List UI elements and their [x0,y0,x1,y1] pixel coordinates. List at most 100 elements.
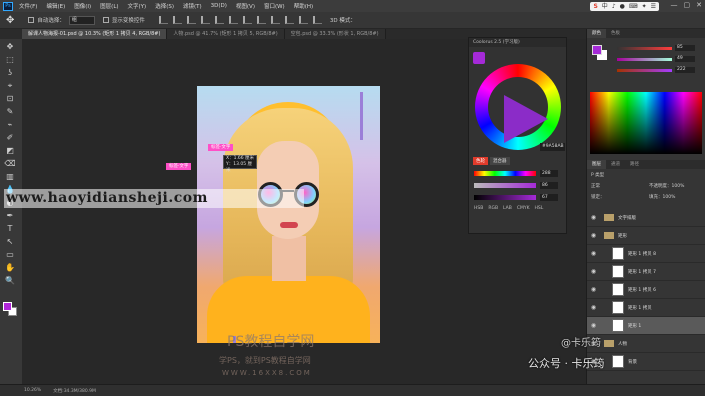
fill-field[interactable]: 填充：100% [649,194,675,200]
color-spectrum[interactable] [590,92,702,154]
ime-music-icon[interactable]: ♪ [612,2,616,11]
ime-skin-icon[interactable]: ✦ [642,2,647,11]
hex-value[interactable]: #9A58AB [540,143,565,151]
visibility-eye-icon[interactable]: ◉ [589,268,598,275]
visibility-eye-icon[interactable]: ◉ [589,286,598,293]
tab-document-3[interactable]: 空包.psd @ 33.3% (形状 1, RGB/8#) [284,29,386,39]
auto-select-checkbox[interactable] [28,17,35,23]
align-hcenter-icon[interactable] [214,16,224,24]
color-panel-fg-swatch[interactable] [592,45,602,55]
g-slider[interactable] [617,58,672,61]
distribute-top-icon[interactable] [242,16,252,24]
ime-keyboard-icon[interactable]: ⌨ [629,2,638,11]
distribute-bottom-icon[interactable] [270,16,280,24]
distribute-right-icon[interactable] [312,16,322,24]
menu-type[interactable]: 文字(Y) [128,2,147,10]
align-right-icon[interactable] [228,16,238,24]
crop-icon[interactable]: ⊡ [3,94,17,103]
ime-menu-icon[interactable]: ☰ [651,2,656,11]
marquee-icon[interactable]: ⬚ [3,55,17,64]
menu-layer[interactable]: 图层(L) [100,2,118,10]
mode-hsl[interactable]: HSL [535,206,544,211]
rectangle-icon[interactable]: ▭ [3,250,17,259]
visibility-eye-icon[interactable]: ◉ [589,214,598,221]
hue-slider[interactable] [474,170,536,176]
tab-swatches[interactable]: 色板 [606,29,625,38]
menu-image[interactable]: 图像(I) [74,2,91,10]
healing-icon[interactable]: ⌁ [3,120,17,129]
close-icon[interactable]: ✕ [696,1,702,9]
opacity-field[interactable]: 不透明度：100% [649,183,684,189]
align-vcenter-icon[interactable] [172,16,182,24]
mode-rgb[interactable]: RGB [488,206,498,211]
color-wheel-panel[interactable]: Coolorus 2.5 (学习版) #9A58AB 色轮 混合器 288 86… [468,37,567,234]
saturation-triangle[interactable] [504,95,548,143]
distribute-left-icon[interactable] [284,16,294,24]
type-icon[interactable]: T [3,224,17,233]
layer-row[interactable]: ◉ 矩形 [587,227,705,245]
clone-stamp-icon[interactable]: ◩ [3,146,17,155]
tab-channels[interactable]: 通道 [606,160,625,169]
lasso-icon[interactable]: ʖ [3,68,17,77]
layer-filter[interactable]: P 类型 [591,172,604,178]
show-transform-checkbox[interactable] [102,17,109,23]
visibility-eye-icon[interactable]: ◉ [589,304,598,311]
eyedropper-icon[interactable]: ✎ [3,107,17,116]
distribute-hcenter-icon[interactable] [298,16,308,24]
ime-tray[interactable]: S 中 ♪ ● ⌨ ✦ ☰ [590,2,659,11]
hue-ring[interactable] [475,64,561,150]
tab-color[interactable]: 颜色 [587,29,606,38]
layer-row[interactable]: ◉ 人物 [587,335,705,353]
b-value[interactable]: 222 [675,67,695,73]
r-slider[interactable] [617,47,672,50]
tab-layers[interactable]: 图层 [587,160,606,169]
align-top-icon[interactable] [158,16,168,24]
align-bottom-icon[interactable] [186,16,196,24]
layer-row[interactable]: ◉ 矩形 1 拷贝 7 [587,263,705,281]
brightness-slider[interactable] [474,194,536,200]
eraser-icon[interactable]: ⌫ [3,159,17,168]
blend-mode[interactable]: 正常 [591,183,600,189]
tab-paths[interactable]: 路径 [625,160,644,169]
layer-row[interactable]: ◉ 矩形 1 拷贝 6 [587,281,705,299]
tab-wheel[interactable]: 色轮 [473,157,488,165]
mode-lab[interactable]: LAB [503,206,512,211]
saturation-value[interactable]: 86 [540,181,558,189]
visibility-eye-icon[interactable]: ◉ [589,250,598,257]
visibility-eye-icon[interactable]: ◉ [589,322,598,329]
layer-row-selected[interactable]: ◉ 矩形 1 [587,317,705,335]
poster-document[interactable] [197,86,380,343]
auto-select-dropdown[interactable]: 组 [68,15,95,25]
foreground-color-swatch[interactable] [3,302,12,311]
menu-3d[interactable]: 3D(D) [211,3,227,9]
tab-mixer[interactable]: 混合器 [490,157,510,165]
g-value[interactable]: 49 [675,56,695,62]
layer-row[interactable]: ◉ 矩形 1 拷贝 [587,299,705,317]
tab-document-1[interactable]: 解课人物海报-01.psd @ 10.3% (矩形 1 拷贝 4, RGB/8#… [22,29,168,39]
brush-icon[interactable]: ✐ [3,133,17,142]
menu-file[interactable]: 文件(F) [19,2,37,10]
menu-filter[interactable]: 滤镜(T) [183,2,202,10]
wheel-current-color[interactable] [473,52,485,64]
layer-row[interactable]: ◉ 文字排版 [587,209,705,227]
zoom-icon[interactable]: 🔍 [3,276,17,285]
menu-window[interactable]: 窗口(W) [264,2,285,10]
r-value[interactable]: 85 [675,45,695,51]
hand-icon[interactable]: ✋ [3,263,17,272]
maximize-icon[interactable]: ▢ [684,1,691,9]
menu-view[interactable]: 视图(V) [236,2,255,10]
align-left-icon[interactable] [200,16,210,24]
distribute-vcenter-icon[interactable] [256,16,266,24]
hue-value[interactable]: 288 [540,169,558,177]
menu-select[interactable]: 选择(S) [155,2,174,10]
mode-hsb[interactable]: HSB [474,206,483,211]
menu-edit[interactable]: 编辑(E) [46,2,65,10]
zoom-level[interactable]: 10.26% [24,388,41,393]
tab-document-2[interactable]: 人物.psd @ 41.7% (矩形 1 拷贝 5, RGB/8#) [167,29,285,39]
minimize-icon[interactable]: — [671,1,678,9]
b-slider[interactable] [617,69,672,72]
saturation-slider[interactable] [474,182,536,188]
mode-cmyk[interactable]: CMYK [517,206,530,211]
ime-mic-icon[interactable]: ● [620,2,625,11]
visibility-eye-icon[interactable]: ◉ [589,232,598,239]
